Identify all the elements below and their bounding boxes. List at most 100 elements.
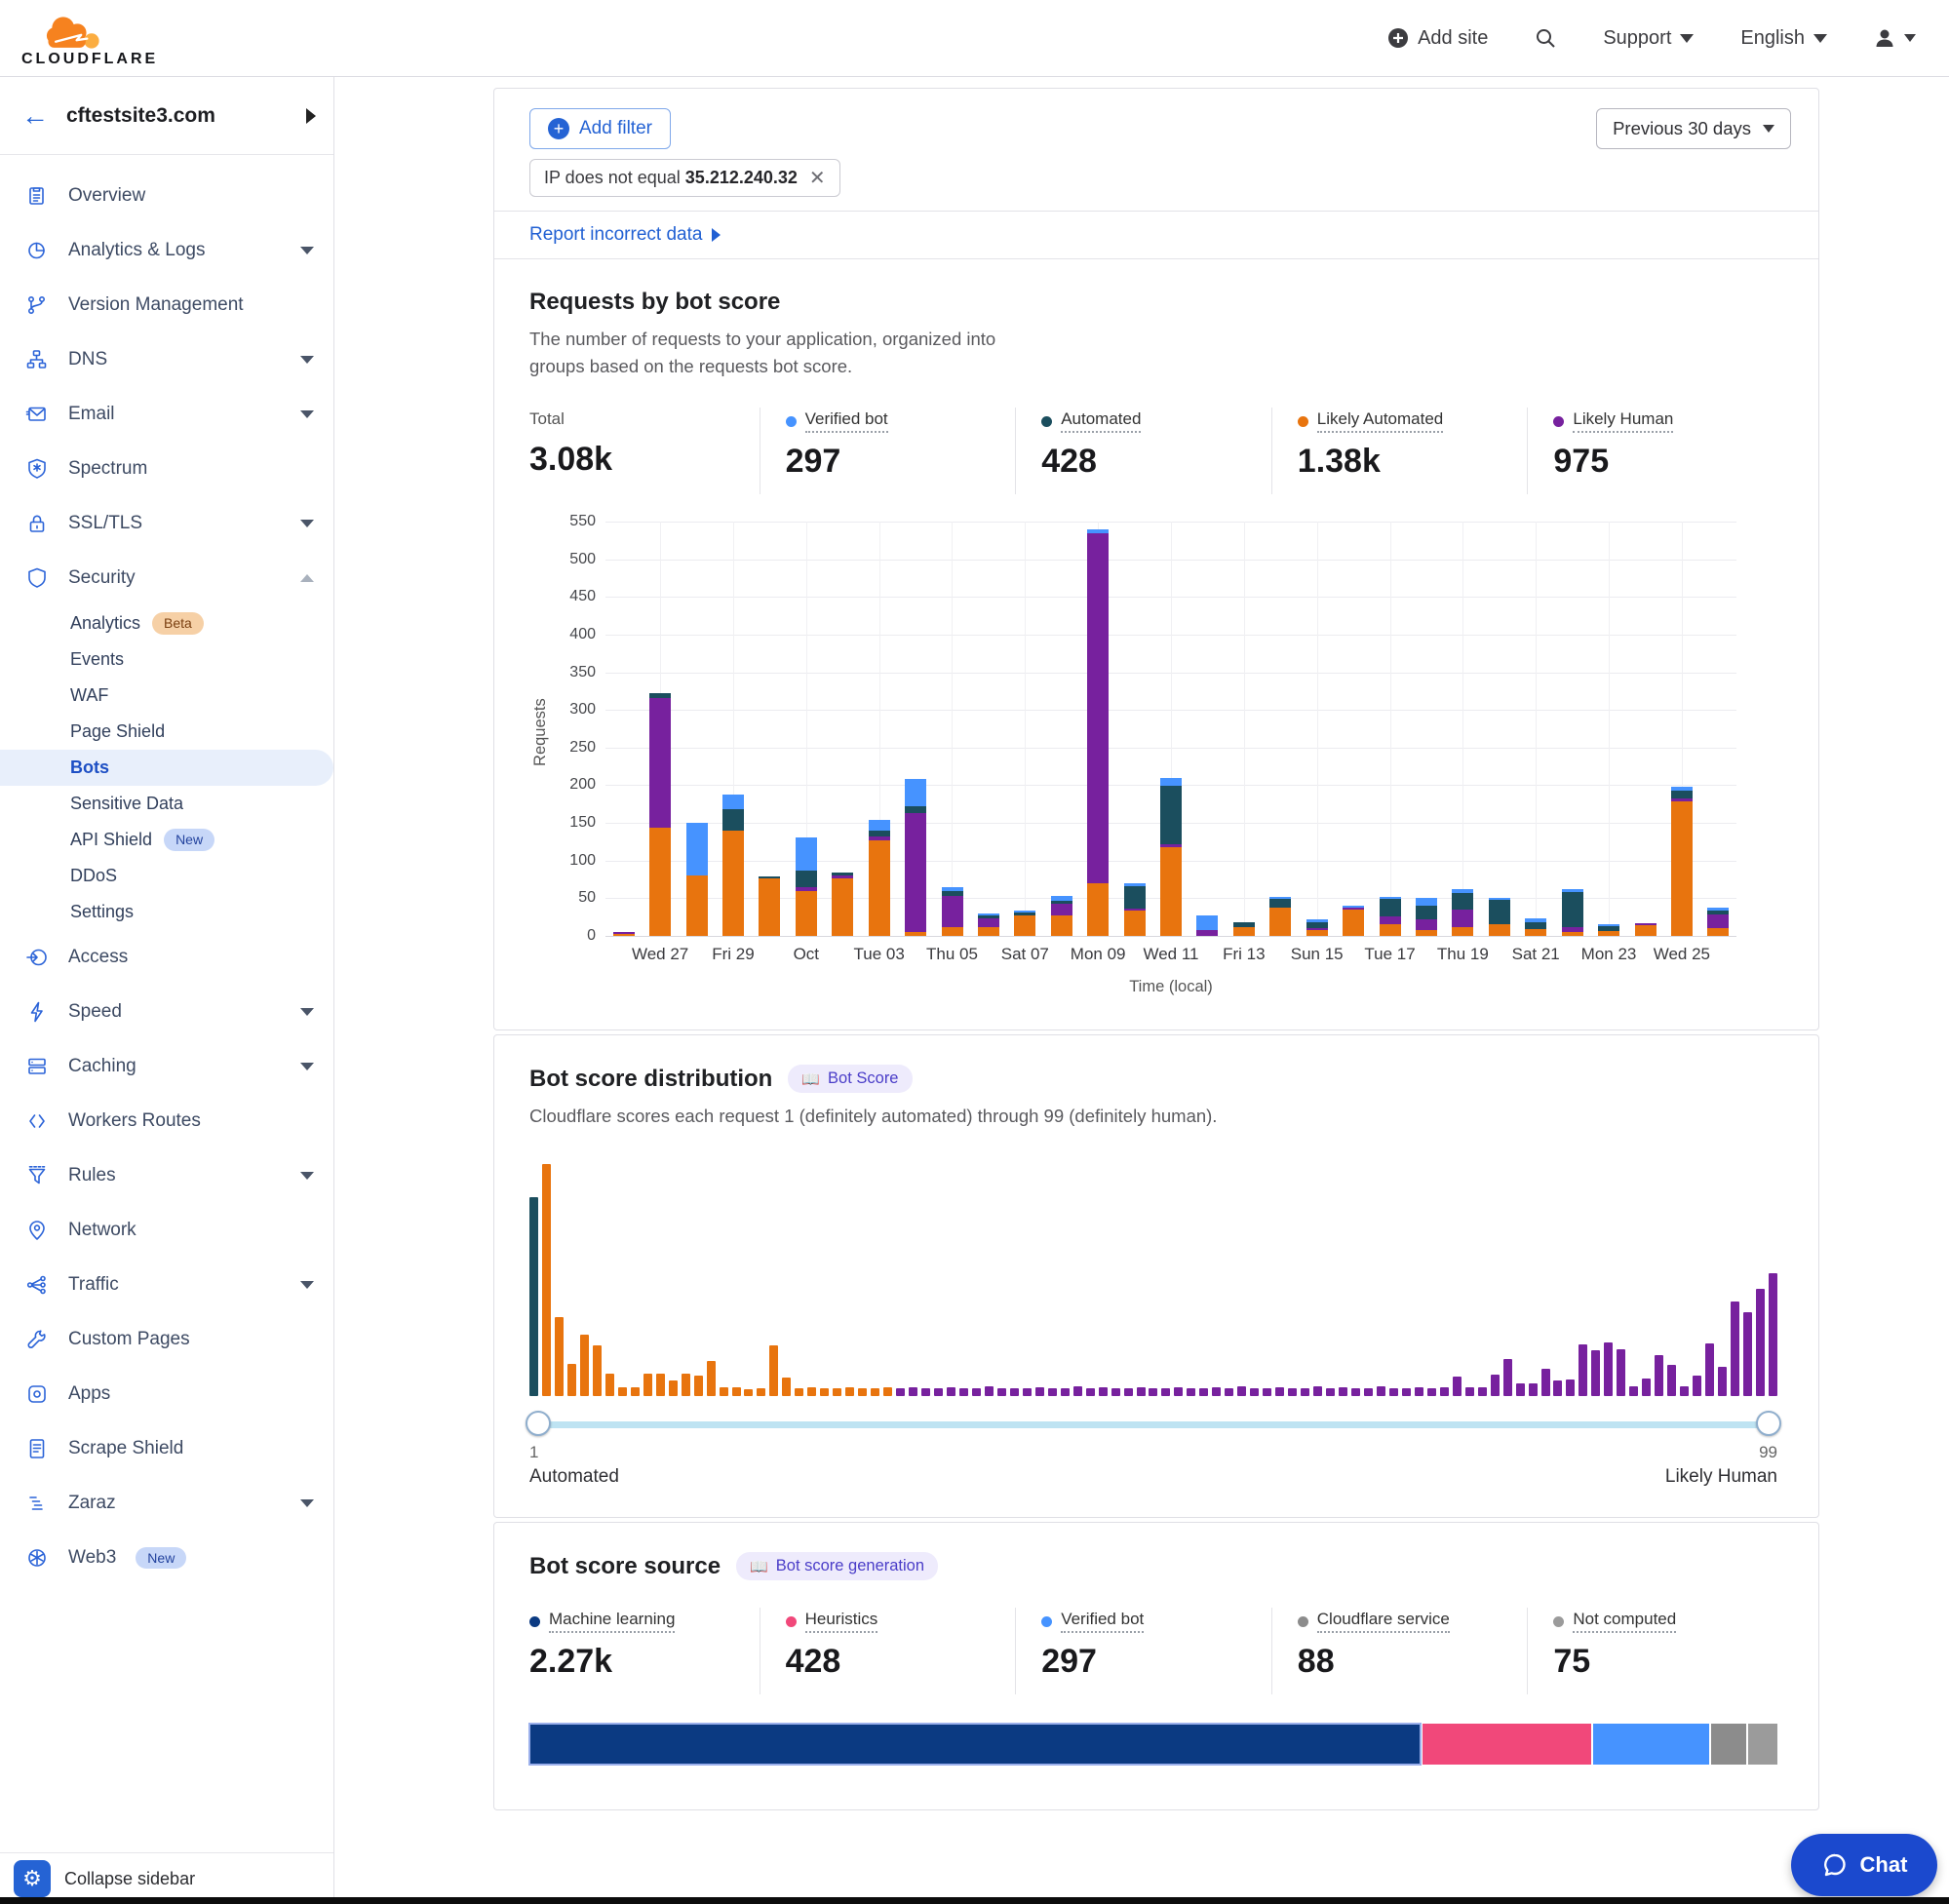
histogram-bar[interactable] [934,1388,943,1396]
settings-button[interactable]: ⚙ [14,1860,51,1897]
histogram-bar[interactable] [1617,1349,1625,1396]
histogram-bar[interactable] [682,1374,690,1396]
stat-label[interactable]: Likely Automated [1317,409,1443,433]
chart-bar[interactable] [1408,522,1444,936]
sidebar-item-web3[interactable]: Web3New [0,1531,333,1585]
chart-bar[interactable] [825,522,861,936]
language-menu[interactable]: English [1735,26,1833,51]
histogram-bar[interactable] [1756,1289,1765,1396]
sidebar-item-rules[interactable]: Rules [0,1148,333,1203]
bot-score-generation-doc-badge[interactable]: 📖 Bot score generation [736,1552,938,1580]
histogram-bar[interactable] [1161,1388,1170,1396]
sidebar-item-api-shield[interactable]: API ShieldNew [0,822,333,858]
histogram-bar[interactable] [1591,1350,1600,1396]
chart-bar[interactable] [970,522,1006,936]
chart-bar[interactable] [1007,522,1043,936]
account-menu[interactable] [1868,26,1922,50]
histogram-bar[interactable] [1313,1386,1322,1396]
histogram-bar[interactable] [833,1388,841,1396]
histogram-bar[interactable] [947,1387,955,1396]
histogram-bar[interactable] [1199,1388,1208,1396]
date-range-select[interactable]: Previous 30 days [1596,108,1791,149]
histogram-bar[interactable] [1187,1388,1195,1396]
chart-bar[interactable] [1079,522,1115,936]
chart-bar[interactable] [605,522,642,936]
chart-bar[interactable] [1481,522,1517,936]
histogram-bar[interactable] [605,1374,614,1396]
histogram-bar[interactable] [909,1387,917,1396]
histogram-bar[interactable] [732,1387,741,1396]
chart-bar[interactable] [861,522,897,936]
stat-label[interactable]: Automated [1061,409,1141,433]
add-site-button[interactable]: Add site [1382,26,1494,51]
chart-bar[interactable] [1554,522,1590,936]
source-segment-cloudflare-service[interactable] [1711,1724,1745,1765]
histogram-bar[interactable] [1288,1388,1297,1396]
histogram-bar[interactable] [1503,1359,1512,1396]
histogram-bar[interactable] [669,1380,678,1396]
histogram-bar[interactable] [631,1387,640,1396]
histogram-bar[interactable] [1731,1302,1739,1396]
histogram-bar[interactable] [1010,1388,1019,1396]
histogram-bar[interactable] [896,1388,905,1396]
histogram-bar[interactable] [529,1197,538,1396]
stat-label[interactable]: Likely Human [1573,409,1673,433]
source-segment-machine-learning[interactable] [529,1724,1421,1765]
sidebar-item-version-management[interactable]: Version Management [0,278,333,332]
chart-bar[interactable] [1445,522,1481,936]
histogram-bar[interactable] [807,1387,816,1396]
chart-bar[interactable] [1299,522,1335,936]
sidebar-item-dns[interactable]: DNS [0,332,333,387]
histogram-bar[interactable] [1301,1388,1309,1396]
histogram-bar[interactable] [1629,1386,1638,1396]
site-expand-icon[interactable] [306,108,316,124]
histogram-bar[interactable] [694,1376,703,1396]
histogram-bar[interactable] [1035,1387,1044,1396]
histogram-bar[interactable] [769,1345,778,1396]
histogram-bar[interactable] [1440,1387,1449,1396]
sidebar-item-scrape-shield[interactable]: Scrape Shield [0,1421,333,1476]
histogram-bar[interactable] [1377,1386,1385,1396]
add-filter-button[interactable]: + Add filter [529,108,671,149]
histogram-bar[interactable] [1149,1388,1157,1396]
histogram-bar[interactable] [1415,1387,1423,1396]
histogram-bar[interactable] [1137,1387,1146,1396]
chart-bar[interactable] [934,522,970,936]
source-segment-verified-bot[interactable] [1593,1724,1710,1765]
sidebar-item-access[interactable]: Access [0,930,333,985]
search-button[interactable] [1529,26,1562,50]
histogram-bar[interactable] [1099,1387,1108,1396]
sidebar-item-waf[interactable]: WAF [0,678,333,714]
histogram-bar[interactable] [744,1389,753,1396]
histogram-bar[interactable] [1705,1343,1714,1396]
histogram-bar[interactable] [1061,1388,1070,1396]
collapse-sidebar-button[interactable]: Collapse sidebar [64,1869,195,1889]
histogram-bar[interactable] [1604,1342,1613,1396]
source-segment-not-computed[interactable] [1748,1724,1777,1765]
histogram-bar[interactable] [985,1386,994,1396]
slider-handle-min[interactable] [526,1411,551,1436]
chart-bar[interactable] [1152,522,1189,936]
histogram-bar[interactable] [1541,1369,1550,1396]
report-incorrect-data-link[interactable]: Report incorrect data [494,212,1818,258]
chart-bar[interactable] [1590,522,1626,936]
histogram-bar[interactable] [845,1387,854,1396]
histogram-bar[interactable] [1553,1380,1562,1396]
sidebar-item-sensitive-data[interactable]: Sensitive Data [0,786,333,822]
histogram-bar[interactable] [618,1387,627,1396]
histogram-bar[interactable] [1023,1388,1032,1396]
histogram-bar[interactable] [1225,1388,1233,1396]
histogram-bar[interactable] [1693,1376,1701,1396]
histogram-bar[interactable] [1212,1387,1221,1396]
histogram-bar[interactable] [1364,1388,1373,1396]
chart-bar[interactable] [715,522,751,936]
support-menu[interactable]: Support [1597,26,1699,51]
histogram-bar[interactable] [1769,1273,1777,1396]
histogram-bar[interactable] [858,1388,867,1396]
sidebar-item-ssl-tls[interactable]: SSL/TLS [0,496,333,551]
chat-button[interactable]: Chat [1791,1834,1937,1896]
sidebar-item-security[interactable]: Security [0,551,333,605]
sidebar-item-workers-routes[interactable]: Workers Routes [0,1094,333,1148]
chart-bar[interactable] [752,522,788,936]
histogram-bar[interactable] [871,1388,879,1396]
